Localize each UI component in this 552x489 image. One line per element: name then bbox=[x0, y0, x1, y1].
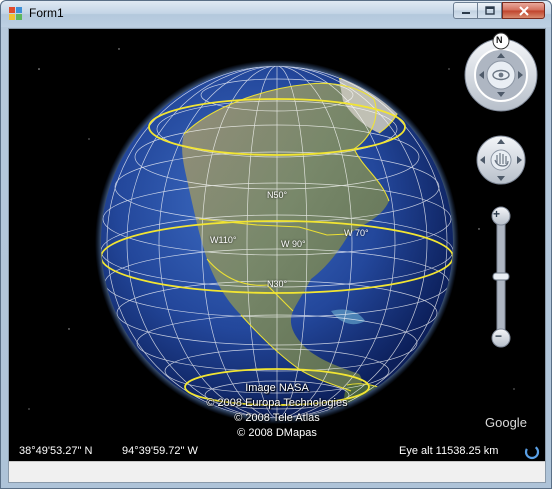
google-logo-text: Google bbox=[485, 415, 527, 430]
compass-north-label: N bbox=[496, 35, 503, 45]
app-window: Form1 N50° N30° W110° W 90° W 70° N + − … bbox=[0, 0, 552, 489]
close-button[interactable] bbox=[502, 2, 545, 19]
credit-line-3: © 2008 Tele Atlas bbox=[234, 412, 320, 424]
credit-line-2: © 2008 Europa Technologies bbox=[206, 397, 348, 409]
client-area: N50° N30° W110° W 90° W 70° N + − Image … bbox=[8, 28, 546, 483]
zoom-slider[interactable] bbox=[491, 206, 511, 348]
close-icon bbox=[518, 5, 529, 16]
eye-altitude-readout: Eye alt 11538.25 km bbox=[399, 445, 499, 457]
longitude-readout: 94°39'59.72" W bbox=[122, 445, 198, 457]
longitude-label-w90: W 90° bbox=[281, 239, 306, 249]
maximize-button[interactable] bbox=[478, 2, 502, 19]
minimize-icon bbox=[461, 11, 470, 14]
longitude-label-w70: W 70° bbox=[344, 228, 369, 238]
latitude-label-n50: N50° bbox=[267, 190, 288, 200]
latitude-readout: 38°49'53.27" N bbox=[19, 445, 93, 457]
move-joystick[interactable] bbox=[476, 135, 526, 185]
window-title: Form1 bbox=[29, 6, 64, 20]
earth-viewport[interactable]: N50° N30° W110° W 90° W 70° N + − Image … bbox=[9, 29, 545, 461]
title-bar[interactable]: Form1 bbox=[1, 1, 551, 27]
application-icon[interactable] bbox=[9, 7, 23, 21]
latitude-label-n30: N30° bbox=[267, 279, 288, 289]
zoom-out-label: − bbox=[495, 329, 503, 343]
longitude-label-w110: W110° bbox=[210, 235, 237, 245]
streaming-indicator-icon bbox=[524, 444, 540, 460]
credit-line-4: © 2008 DMapas bbox=[237, 427, 317, 439]
credit-line-1: Image NASA bbox=[245, 382, 309, 394]
zoom-in-label: + bbox=[493, 207, 501, 221]
maximize-icon bbox=[484, 6, 495, 15]
minimize-button[interactable] bbox=[453, 2, 478, 19]
form-bottom-area bbox=[9, 461, 545, 482]
zoom-slider-handle[interactable] bbox=[492, 272, 510, 281]
